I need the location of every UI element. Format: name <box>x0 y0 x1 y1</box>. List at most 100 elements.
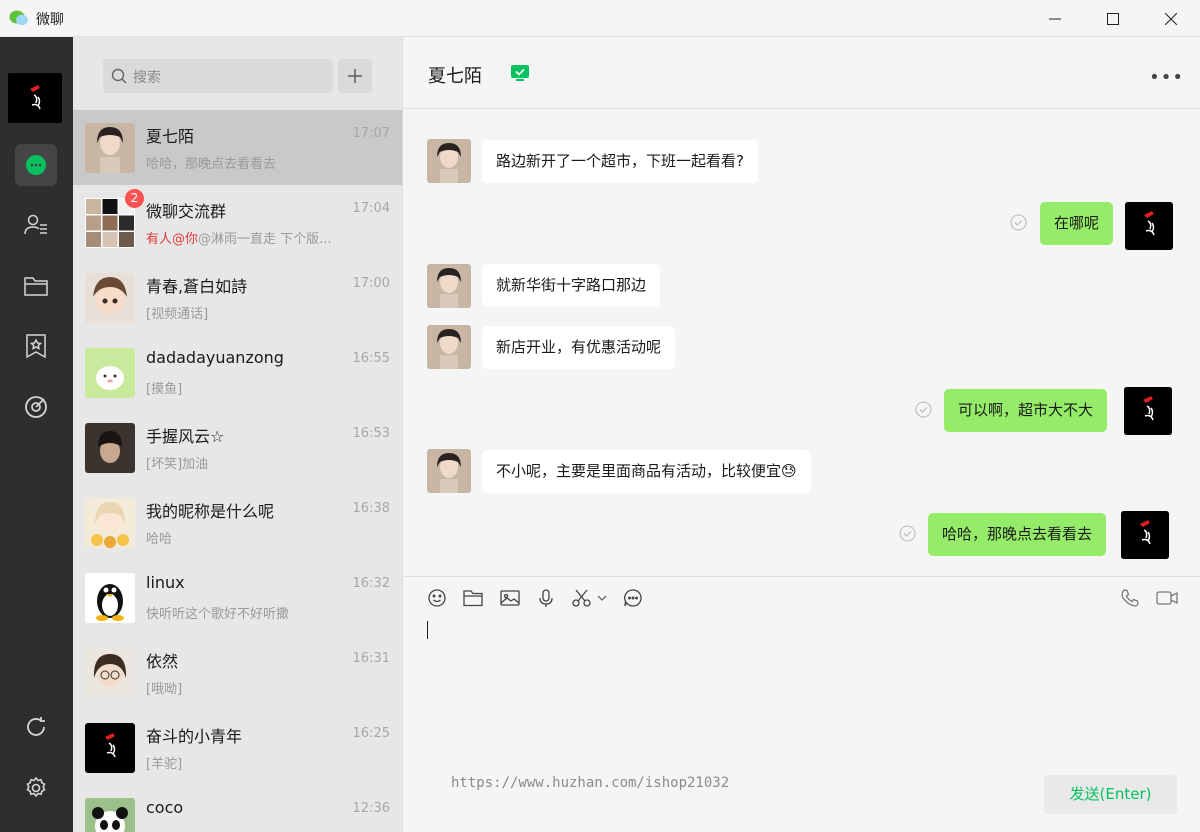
conversation-time: 16:55 <box>352 351 390 366</box>
message-input-area: https://www.huzhan.com/ishop21032 发送(Ent… <box>403 576 1200 832</box>
search-input[interactable]: 搜索 <box>103 59 333 93</box>
conversation-item[interactable]: coco 12:36 <box>73 785 402 832</box>
message-area: 路边新开了一个超市，下班一起看看? 在哪呢 就新华街十字路口那边 新店开业，有优… <box>403 110 1200 576</box>
voice-call-button[interactable] <box>1119 587 1141 609</box>
conversation-preview: [视频通话] <box>146 307 209 322</box>
plus-icon <box>348 69 362 83</box>
microphone-icon <box>539 589 553 607</box>
chat-history-button[interactable] <box>622 587 644 609</box>
device-status-icon <box>511 65 529 81</box>
nav-sync[interactable] <box>15 706 57 748</box>
conversation-item[interactable]: 2 微聊交流群 17:04 有人@你@淋雨一直走 下个版... <box>73 185 402 260</box>
sender-avatar[interactable] <box>427 264 471 308</box>
mention-tag: 有人@你 <box>146 232 199 247</box>
search-placeholder: 搜索 <box>133 70 161 86</box>
conversation-name: linux <box>146 573 185 592</box>
my-avatar[interactable] <box>1124 387 1172 435</box>
conversation-preview: 哈哈 <box>146 532 173 547</box>
calligraphy-avatar-icon <box>85 723 135 773</box>
contact-avatar <box>85 573 135 623</box>
add-button[interactable] <box>338 59 372 93</box>
folder-icon <box>463 590 483 607</box>
conversation-item[interactable]: 夏七陌 17:07 哈哈，那晚点去看看去 <box>73 110 402 185</box>
send-image-button[interactable] <box>499 587 521 609</box>
smiley-icon <box>428 589 446 607</box>
cartoon-girl-avatar-icon <box>85 648 135 698</box>
conversation-item[interactable]: 我的昵称是什么呢 16:38 哈哈 <box>73 485 402 560</box>
send-file-button[interactable] <box>462 587 484 609</box>
screenshot-button[interactable] <box>571 587 593 609</box>
send-button[interactable]: 发送(Enter) <box>1044 775 1177 814</box>
voice-button[interactable] <box>535 587 557 609</box>
nav-moments[interactable] <box>15 386 57 428</box>
conversation-time: 17:07 <box>352 126 390 141</box>
maximize-icon <box>1107 12 1119 25</box>
conversation-item[interactable]: 依然 16:31 [哦呦] <box>73 635 402 710</box>
chat-title: 夏七陌 <box>428 66 482 87</box>
sender-avatar[interactable] <box>427 325 471 369</box>
nav-favorites[interactable] <box>15 325 57 367</box>
contact-avatar <box>85 648 135 698</box>
cartoon-girl-avatar-icon <box>85 273 135 323</box>
contact-avatar <box>85 273 135 323</box>
conversation-list-panel: 搜索 夏七陌 17:07 哈哈，那晚点去看看去 2 微聊交流群 17:04 有人… <box>73 37 403 832</box>
sender-avatar[interactable] <box>427 139 471 183</box>
sender-avatar[interactable] <box>427 449 471 493</box>
close-button[interactable] <box>1142 0 1200 37</box>
conversation-preview: 哈哈，那晚点去看看去 <box>146 157 277 172</box>
conversation-item[interactable]: linux 16:32 快听听这个歌好不好听撒 <box>73 560 402 635</box>
conversation-item[interactable]: dadadayuanzong 16:55 [摸鱼] <box>73 335 402 410</box>
video-call-button[interactable] <box>1154 587 1180 609</box>
app-logo-icon <box>9 10 28 26</box>
conversation-item[interactable]: 手握风云☆ 16:53 [坏笑]加油 <box>73 410 402 485</box>
nav-contacts[interactable] <box>15 204 57 246</box>
conversation-name: 夏七陌 <box>146 127 195 146</box>
minimize-icon <box>1049 18 1061 19</box>
message-text: 不小呢，主要是里面商品有活动，比较便宜 <box>496 462 782 480</box>
contact-avatar <box>85 423 135 473</box>
unread-badge: 2 <box>125 189 144 208</box>
conversation-time: 16:53 <box>352 426 390 441</box>
conversation-preview: [摸鱼] <box>146 382 183 397</box>
conversation-preview: [坏笑]加油 <box>146 457 209 472</box>
favorites-icon <box>26 334 46 359</box>
maximize-button[interactable] <box>1084 0 1142 37</box>
title-bar: 微聊 <box>0 0 1200 37</box>
calligraphy-avatar-icon <box>30 85 41 110</box>
message-text-input[interactable] <box>423 615 1180 765</box>
screenshot-options-button[interactable] <box>595 587 609 609</box>
contact-avatar <box>85 348 135 398</box>
nav-chats[interactable] <box>15 144 57 186</box>
anime-girl-avatar-icon <box>85 498 135 548</box>
conversation-time: 16:25 <box>352 726 390 741</box>
conversation-item[interactable]: 奋斗的小青年 16:25 [羊驼] <box>73 710 402 785</box>
conversation-time: 16:38 <box>352 501 390 516</box>
phone-icon <box>1121 589 1139 607</box>
conversation-item[interactable]: 青春,蒼白如詩 17:00 [视频通话] <box>73 260 402 335</box>
message-bubble: 可以啊，超市大不大 <box>944 389 1108 432</box>
video-camera-icon <box>1156 591 1178 605</box>
message-bubble: 在哪呢 <box>1040 202 1114 245</box>
conversation-name: coco <box>146 798 184 817</box>
conversation-preview: 快听听这个歌好不好听撒 <box>146 607 290 622</box>
nav-settings[interactable] <box>15 767 57 809</box>
contact-avatar <box>85 798 135 832</box>
contact-avatar <box>85 723 135 773</box>
message-bubble: 路边新开了一个超市，下班一起看看? <box>482 140 758 183</box>
chat-bubble-icon <box>26 155 46 175</box>
conversation-name: 依然 <box>146 652 179 671</box>
portrait-avatar-icon <box>427 139 471 183</box>
nav-files[interactable] <box>15 265 57 307</box>
emoji-button[interactable] <box>426 587 448 609</box>
calligraphy-avatar-icon <box>1125 202 1173 250</box>
chat-header: 夏七陌 ••• <box>403 37 1200 109</box>
contact-avatar <box>85 123 135 173</box>
my-avatar[interactable] <box>1125 202 1173 250</box>
my-avatar[interactable] <box>8 73 62 123</box>
more-options-button[interactable]: ••• <box>1149 67 1184 88</box>
watermark-text: https://www.huzhan.com/ishop21032 <box>451 775 730 791</box>
minimize-button[interactable] <box>1026 0 1084 37</box>
conversation-time: 17:04 <box>352 201 390 216</box>
my-avatar[interactable] <box>1121 511 1169 559</box>
gear-icon <box>26 776 46 798</box>
